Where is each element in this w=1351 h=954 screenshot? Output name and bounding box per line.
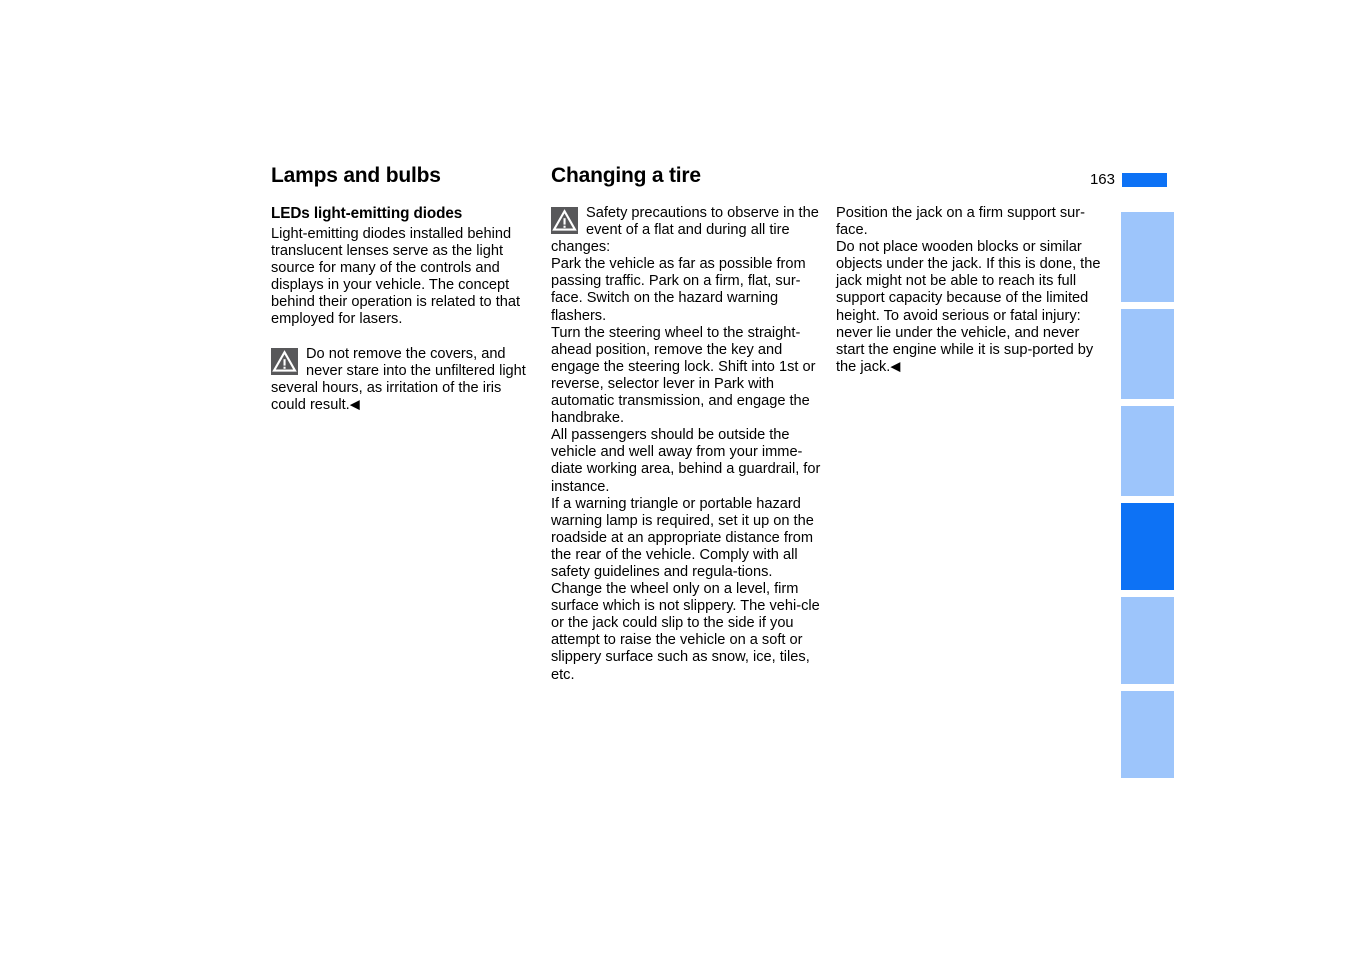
paragraph-warning-triangle: If a warning triangle or portable hazard… [551, 495, 814, 580]
warning-note-leds: Do not remove the covers, and never star… [271, 346, 539, 414]
page-title-lamps-and-bulbs: Lamps and bulbs [271, 164, 441, 187]
section-tabs: Overview Controls Maintenance Repairs Da… [1121, 212, 1174, 785]
sidebar-tab-repairs[interactable]: Repairs [1121, 503, 1174, 590]
paragraph-passengers-outside: All passengers should be outside the veh… [551, 427, 821, 495]
page-title-changing-a-tire: Changing a tire [551, 164, 701, 187]
text-column-right: Position the jack on a firm support sur-… [836, 205, 1104, 376]
paragraph-no-wooden-blocks: Do not place wooden blocks or similar ob… [836, 239, 1104, 376]
paragraph-park-vehicle: Park the vehicle as far as possible from… [551, 256, 806, 324]
manual-page: Lamps and bulbs Changing a tire 163 LEDs… [0, 0, 1351, 954]
sidebar-tab-controls[interactable]: Controls [1121, 309, 1174, 399]
end-of-note-marker: ◀ [890, 358, 901, 374]
end-of-note-marker: ◀ [349, 396, 360, 412]
warning-note-tire-change-text: Safety precautions to observe in the eve… [551, 205, 819, 256]
paragraph-steering-wheel: Turn the steering wheel to the straight-… [551, 324, 816, 427]
paragraph-leds-description: Light-emitting diodes installed behind t… [271, 226, 521, 328]
text-column-left: LEDs light-emitting diodes Light-emittin… [271, 205, 539, 414]
paragraph-position-jack: Position the jack on a firm support sur-… [836, 205, 1086, 239]
section-subheading-leds: LEDs light-emitting diodes [271, 205, 463, 222]
page-number: 163 [1089, 171, 1115, 188]
sidebar-tab-maintenance[interactable]: Maintenance [1121, 406, 1174, 496]
sidebar-tab-index[interactable]: Index [1121, 691, 1174, 778]
warning-triangle-icon [271, 347, 298, 375]
warning-triangle-icon [551, 207, 578, 234]
paragraph-level-firm-surface: Change the wheel only on a level, firm s… [551, 581, 820, 683]
warning-note-tire-change: Safety precautions to observe in the eve… [551, 205, 821, 256]
warning-note-leds-text: Do not remove the covers, and never star… [271, 345, 526, 413]
sidebar-tab-overview[interactable]: Overview [1121, 212, 1174, 302]
text-column-middle: Safety precautions to observe in the eve… [551, 205, 821, 684]
page-number-accent-bar [1122, 173, 1167, 187]
paragraph-no-wooden-blocks-text: Do not place wooden blocks or similar ob… [836, 239, 1101, 375]
sidebar-tab-data[interactable]: Data [1121, 597, 1174, 684]
